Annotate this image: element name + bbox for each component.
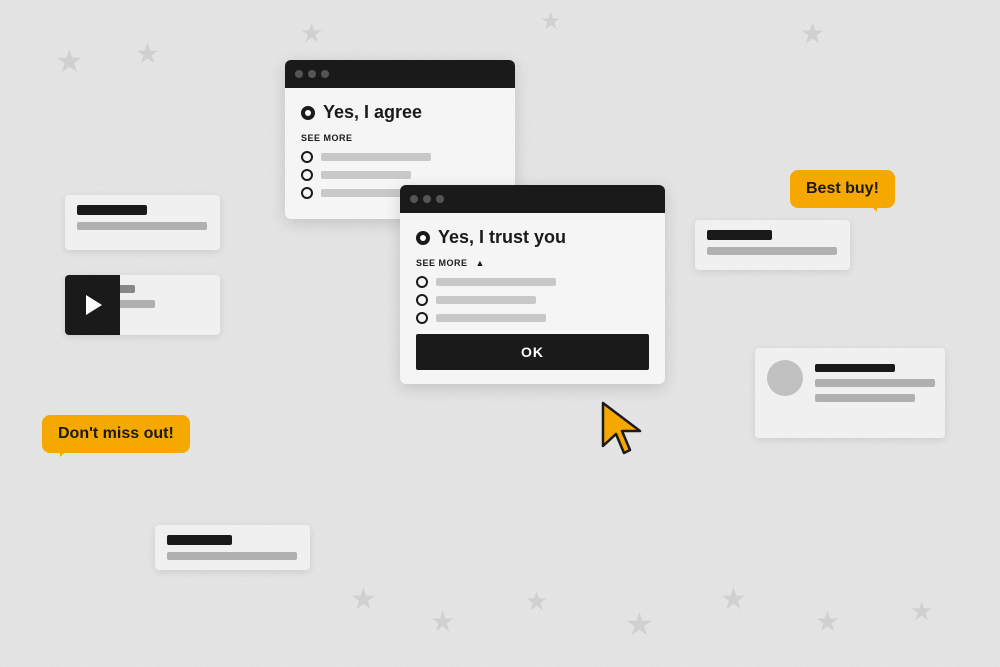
star-12: ★ [910,598,933,624]
star-11: ★ [815,608,840,636]
dialog-2-see-more[interactable]: SEE MORE ▲ [416,258,649,268]
card-bar-dark-2 [707,230,772,240]
play-icon [86,295,102,315]
dialog-window-2: Yes, I trust you SEE MORE ▲ OK [400,185,665,384]
option-bar-5 [436,296,536,304]
card-bar-dark-4 [167,535,232,545]
titlebar-dot-5 [423,195,431,203]
titlebar-dot-2 [308,70,316,78]
scene: ★ ★ ★ ★ ★ ★ ★ ★ ★ ★ ★ ★ Yes, I agree [0,0,1000,667]
dialog-2-option-1 [416,276,649,288]
star-2: ★ [135,40,160,68]
best-buy-text: Best buy! [806,180,879,197]
dialog-1-title: Yes, I agree [301,102,499,123]
dialog-titlebar-1 [285,60,515,88]
titlebar-dot-3 [321,70,329,78]
cursor-arrow [598,398,648,463]
best-buy-bubble: Best buy! [790,170,895,208]
card-bar-right-2 [815,379,935,387]
ui-card-bottom [155,525,310,570]
option-radio-2 [301,169,313,181]
option-bar-6 [436,314,546,322]
dont-miss-out-bubble: Don't miss out! [42,415,190,453]
star-3: ★ [300,20,323,46]
option-bar-4 [436,278,556,286]
dialog-2-option-3 [416,312,649,324]
star-1: ★ [55,45,84,77]
star-6: ★ [350,585,377,615]
option-radio-5 [416,294,428,306]
star-8: ★ [525,588,548,614]
ui-card-1 [65,195,220,250]
dialog-2-option-2 [416,294,649,306]
ui-card-right-2 [755,348,945,438]
option-radio-4 [416,276,428,288]
dialog-1-option-2 [301,169,499,181]
option-bar-1 [321,153,431,161]
star-4: ★ [540,10,562,34]
option-radio-1 [301,151,313,163]
avatar-icon [767,360,803,396]
card-bar-right-1 [707,247,837,255]
dialog-2-title: Yes, I trust you [416,227,649,248]
dialog-1-radio [301,106,315,120]
titlebar-dot-6 [436,195,444,203]
ok-button[interactable]: OK [416,334,649,370]
card-bar-right-3 [815,394,915,402]
star-9: ★ [625,608,654,640]
option-bar-2 [321,171,411,179]
video-thumbnail [65,275,120,335]
star-5: ★ [800,20,825,48]
star-7: ★ [430,608,455,636]
dialog-titlebar-2 [400,185,665,213]
card-bar-dark-3 [815,364,895,372]
dialog-2-radio [416,231,430,245]
dont-miss-out-text: Don't miss out! [58,425,174,442]
ui-card-right-1 [695,220,850,270]
option-radio-6 [416,312,428,324]
ui-card-video [65,275,220,335]
card-bar-1 [77,222,207,230]
titlebar-dot-4 [410,195,418,203]
card-bar-dark-1 [77,205,147,215]
dialog-body-2: Yes, I trust you SEE MORE ▲ OK [400,213,665,384]
see-more-icon: ▲ [476,258,485,268]
star-10: ★ [720,585,747,615]
dialog-1-see-more[interactable]: SEE MORE [301,133,499,143]
dialog-1-option-1 [301,151,499,163]
option-radio-3 [301,187,313,199]
titlebar-dot-1 [295,70,303,78]
card-bar-bottom-1 [167,552,297,560]
